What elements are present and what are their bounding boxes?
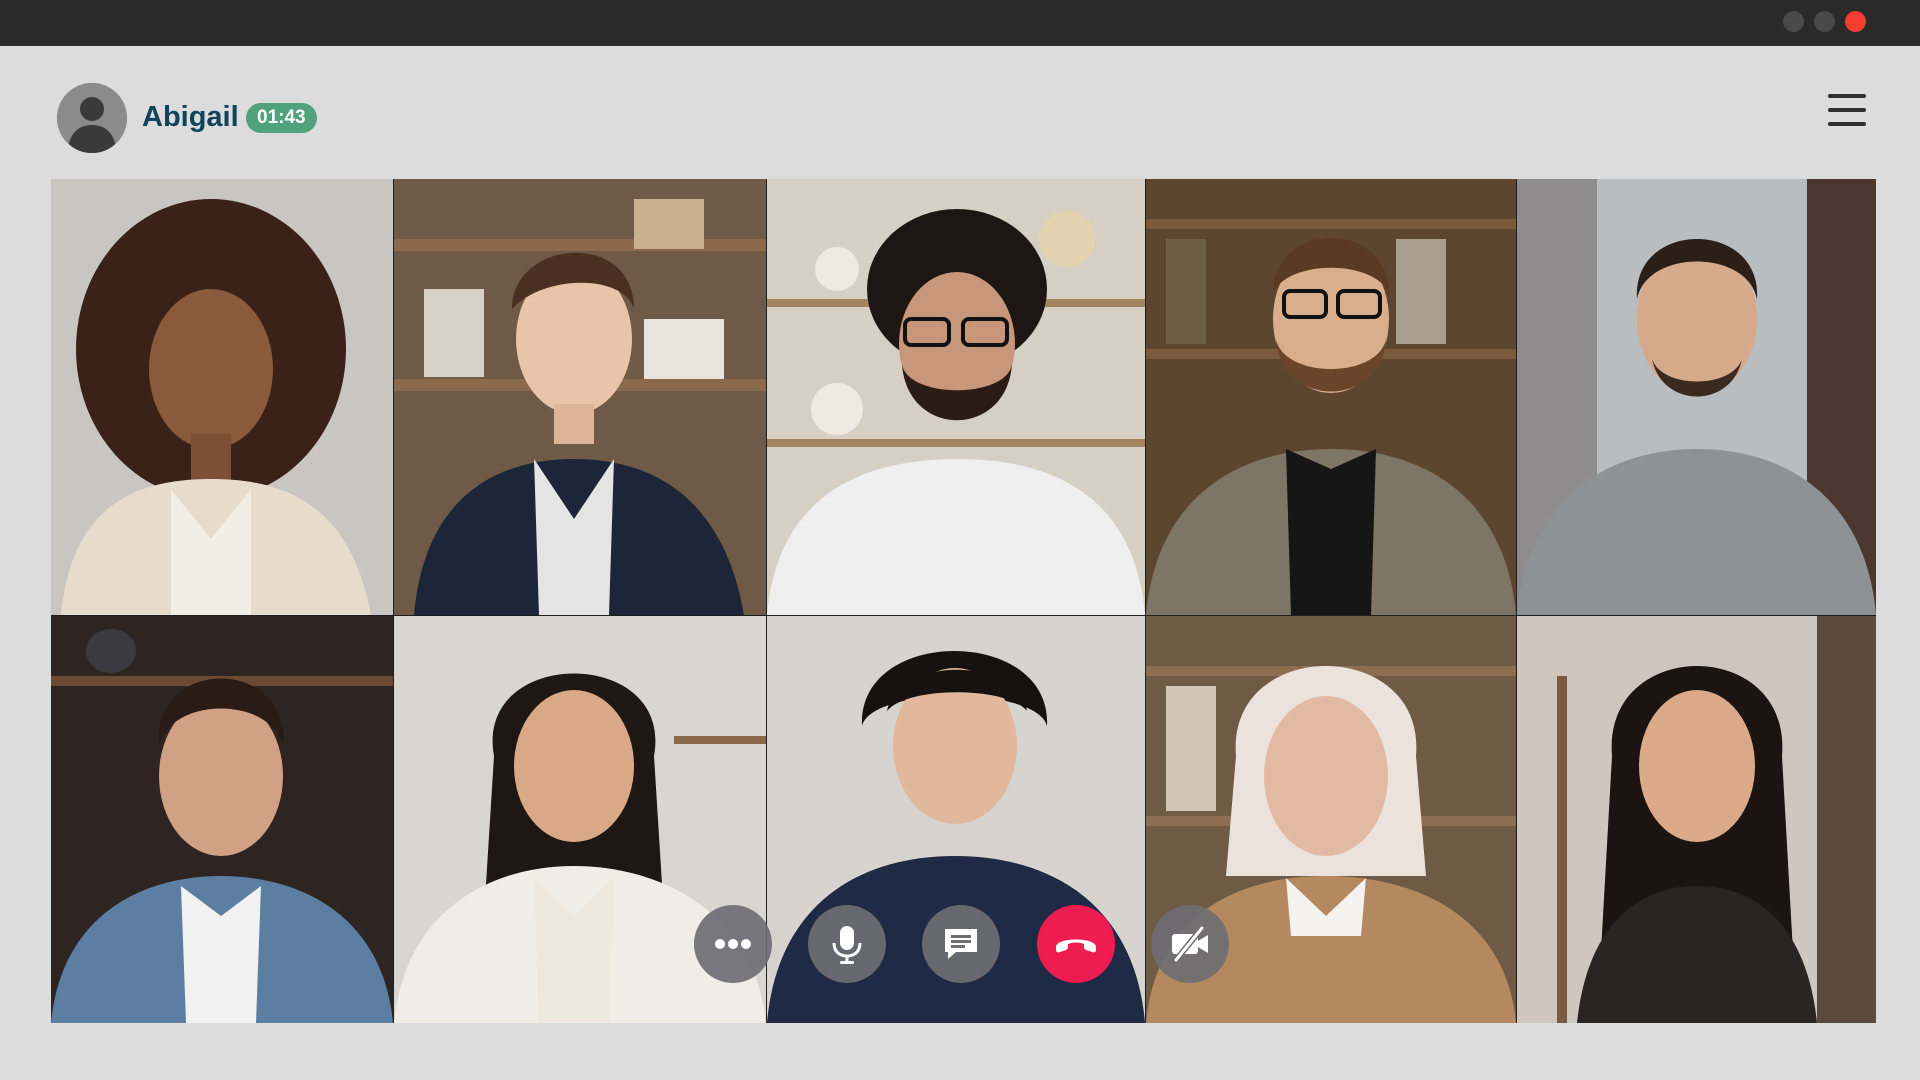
hamburger-menu-icon[interactable] <box>1828 92 1866 128</box>
participant-tile[interactable] <box>51 179 393 615</box>
participant-video <box>394 179 766 615</box>
window-close-button[interactable] <box>1845 11 1866 32</box>
participant-video <box>1517 616 1876 1023</box>
window-titlebar <box>0 0 1920 46</box>
participant-tile[interactable] <box>767 179 1145 615</box>
participant-video <box>51 179 393 615</box>
chat-message-icon <box>945 929 977 959</box>
end-call-button[interactable] <box>1037 905 1115 983</box>
participant-tile[interactable] <box>51 616 393 1023</box>
participant-tile[interactable] <box>1517 179 1876 615</box>
call-timer-badge: 01:43 <box>246 103 317 133</box>
participant-tile[interactable] <box>1146 179 1516 615</box>
avatar[interactable] <box>57 83 127 153</box>
participant-video-grid <box>51 179 1876 1023</box>
participant-video <box>767 179 1145 615</box>
microphone-button[interactable] <box>808 905 886 983</box>
caller-name: Abigail <box>142 101 239 133</box>
chat-button[interactable] <box>922 905 1000 983</box>
window-maximize-button[interactable] <box>1814 11 1835 32</box>
participant-tile[interactable] <box>1517 616 1876 1023</box>
user-silhouette-icon <box>57 83 127 153</box>
hang-up-phone-icon <box>1056 939 1096 953</box>
microphone-icon <box>832 926 862 964</box>
participant-video <box>1146 179 1516 615</box>
participant-tile[interactable] <box>394 179 766 615</box>
video-off-button[interactable] <box>1151 905 1229 983</box>
more-options-button[interactable] <box>694 905 772 983</box>
window-minimize-button[interactable] <box>1783 11 1804 32</box>
more-horizontal-icon <box>715 939 751 949</box>
participant-video <box>51 616 393 1023</box>
call-header: Abigail 01:43 <box>0 46 1920 178</box>
participant-video <box>1517 179 1876 615</box>
video-camera-off-icon <box>1172 925 1208 963</box>
